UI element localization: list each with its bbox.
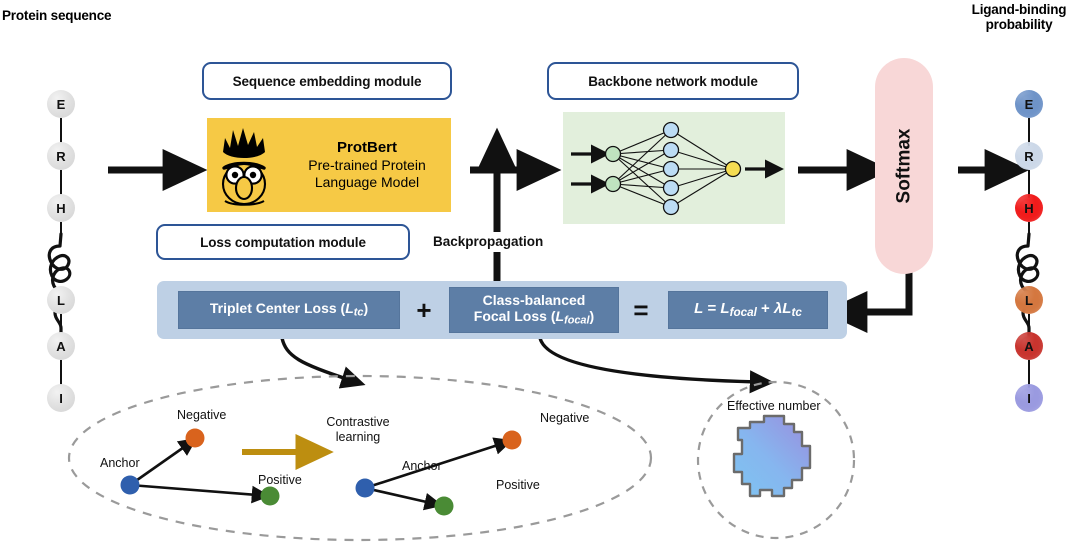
output-residue-5: I bbox=[1015, 384, 1043, 412]
bert-character-icon bbox=[221, 128, 267, 206]
backbone-network-module-title[interactable]: Backbone network module bbox=[547, 62, 799, 100]
class-balanced-focal-loss-label: Class-balanced Focal Loss (Lfocal) bbox=[473, 291, 595, 328]
backbone-network-diagram bbox=[563, 112, 785, 224]
contrastive-ellipse-border bbox=[67, 374, 653, 542]
protbert-card[interactable]: ProtBert Pre-trained Protein Language Mo… bbox=[207, 118, 451, 212]
arrow-softmax-to-loss bbox=[822, 272, 913, 333]
plus-operator: + bbox=[416, 294, 432, 325]
input-residue-3: L bbox=[47, 286, 75, 314]
effective-number-blob-icon bbox=[732, 414, 812, 498]
diagram-canvas: Protein sequence Ligand-binding probabil… bbox=[0, 0, 1080, 547]
class-balanced-focal-loss-box[interactable]: Class-balanced Focal Loss (Lfocal) bbox=[449, 287, 619, 333]
output-residue-1: R bbox=[1015, 142, 1043, 170]
loss-computation-module-title[interactable]: Loss computation module bbox=[156, 224, 410, 260]
effective-number-label: Effective number bbox=[727, 399, 821, 413]
positive-dot-before bbox=[260, 486, 280, 506]
anchor-dot-before bbox=[120, 475, 140, 495]
anchor-label-before: Anchor bbox=[100, 456, 140, 470]
positive-label-before: Positive bbox=[258, 473, 302, 487]
contrastive-learning-label: Contrastive learning bbox=[326, 415, 390, 444]
contrastive-before-group bbox=[120, 428, 280, 506]
input-residue-0: E bbox=[47, 90, 75, 118]
input-residue-4: A bbox=[47, 332, 75, 360]
backpropagation-label: Backpropagation bbox=[433, 234, 544, 249]
input-residue-2: H bbox=[47, 194, 75, 222]
negative-label-after: Negative bbox=[540, 411, 590, 425]
output-residue-0: E bbox=[1015, 90, 1043, 118]
output-residue-3: L bbox=[1015, 286, 1043, 314]
anchor-label-after: Anchor bbox=[402, 459, 442, 473]
output-residue-4: A bbox=[1015, 332, 1043, 360]
negative-dot-after bbox=[502, 430, 522, 450]
anchor-dot-after bbox=[355, 478, 375, 498]
neural-network-icon bbox=[571, 121, 784, 216]
input-residue-5: I bbox=[47, 384, 75, 412]
softmax-label: Softmax bbox=[893, 128, 914, 204]
positive-dot-after bbox=[434, 496, 454, 516]
protbert-name: ProtBert bbox=[336, 138, 397, 156]
sequence-embedding-module-title[interactable]: Sequence embedding module bbox=[202, 62, 452, 100]
output-residue-2: H bbox=[1015, 194, 1043, 222]
triplet-center-loss-label: Triplet Center Loss (Ltc) bbox=[209, 300, 369, 319]
total-loss-equation-label: L = Lfocal + λLtc bbox=[694, 300, 802, 320]
triplet-center-loss-box[interactable]: Triplet Center Loss (Ltc) bbox=[178, 291, 400, 329]
total-loss-equation-box[interactable]: L = Lfocal + λLtc bbox=[668, 291, 828, 329]
contrastive-learning-panel bbox=[67, 374, 653, 542]
protbert-card-text: ProtBert Pre-trained Protein Language Mo… bbox=[279, 139, 451, 191]
negative-dot-before bbox=[185, 428, 205, 448]
negative-label-before: Negative bbox=[177, 408, 227, 422]
loss-panel: Triplet Center Loss (Ltc) + Class-balanc… bbox=[157, 281, 847, 339]
positive-label-after: Positive bbox=[496, 478, 540, 492]
protbert-line1: Pre-trained Protein bbox=[308, 157, 426, 174]
softmax-block[interactable]: Softmax bbox=[875, 58, 933, 274]
protbert-line2: Language Model bbox=[314, 174, 420, 191]
input-residue-1: R bbox=[47, 142, 75, 170]
equals-operator: = bbox=[633, 294, 649, 325]
